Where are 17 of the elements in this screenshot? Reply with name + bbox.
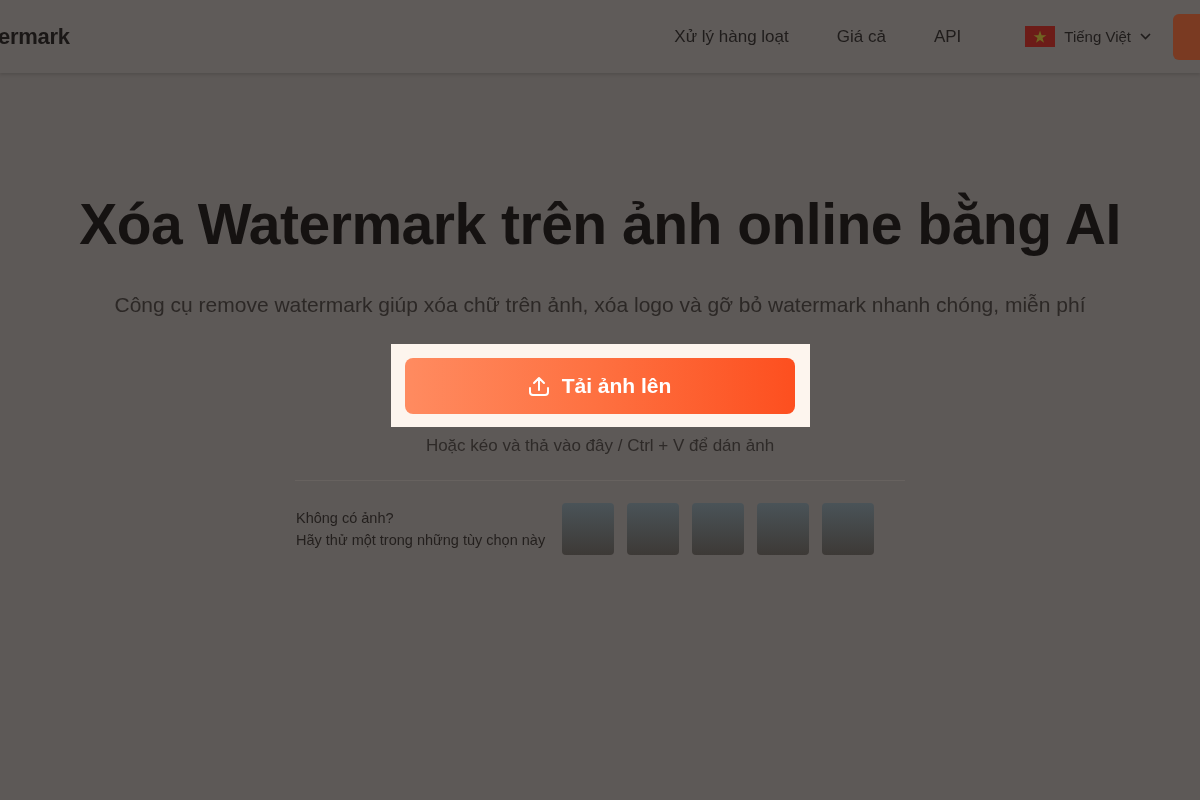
sample-hint: Hãy thử một trong những tùy chọn này	[296, 532, 546, 548]
chevron-down-icon	[1140, 33, 1151, 40]
photo-placeholder[interactable]	[627, 503, 680, 555]
page-title: Xóa Watermark trên ảnh online bằng AI	[79, 191, 1121, 257]
upload-button[interactable]: Tải ảnh lên	[404, 358, 795, 414]
photo-placeholder[interactable]	[822, 503, 875, 555]
sample-prompt: Không có ảnh?	[296, 510, 395, 526]
photo-placeholder[interactable]	[757, 503, 810, 555]
photo-placeholder[interactable]	[562, 503, 615, 555]
upload-icon	[527, 375, 550, 397]
language-selector[interactable]: Tiếng Việt	[1025, 26, 1151, 47]
flag-icon	[1025, 26, 1056, 47]
nav-link[interactable]: Giá cả	[836, 26, 886, 47]
photo-placeholder[interactable]	[692, 503, 745, 555]
header-button[interactable]	[1173, 13, 1200, 60]
nav-link[interactable]: Xử lý hàng loạt	[674, 26, 789, 47]
nav-link[interactable]: API	[933, 26, 962, 47]
